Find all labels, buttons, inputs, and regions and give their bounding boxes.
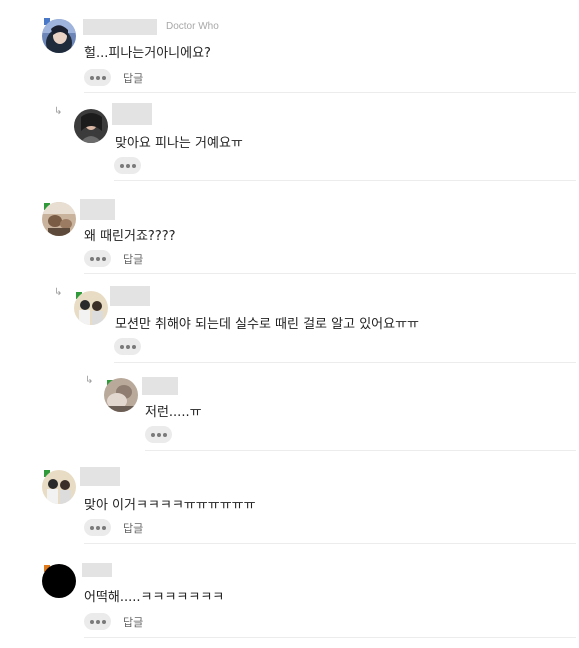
divider: [84, 637, 576, 638]
comment-text: 어떡해.....ㅋㅋㅋㅋㅋㅋㅋ: [84, 590, 225, 605]
more-dots-icon[interactable]: [84, 613, 111, 630]
nickname-placeholder[interactable]: [82, 563, 112, 577]
comment-7: 어떡해.....ㅋㅋㅋㅋㅋㅋㅋ 답글: [0, 0, 579, 640]
avatar[interactable]: [42, 564, 76, 598]
reply-button[interactable]: 답글: [123, 614, 143, 630]
